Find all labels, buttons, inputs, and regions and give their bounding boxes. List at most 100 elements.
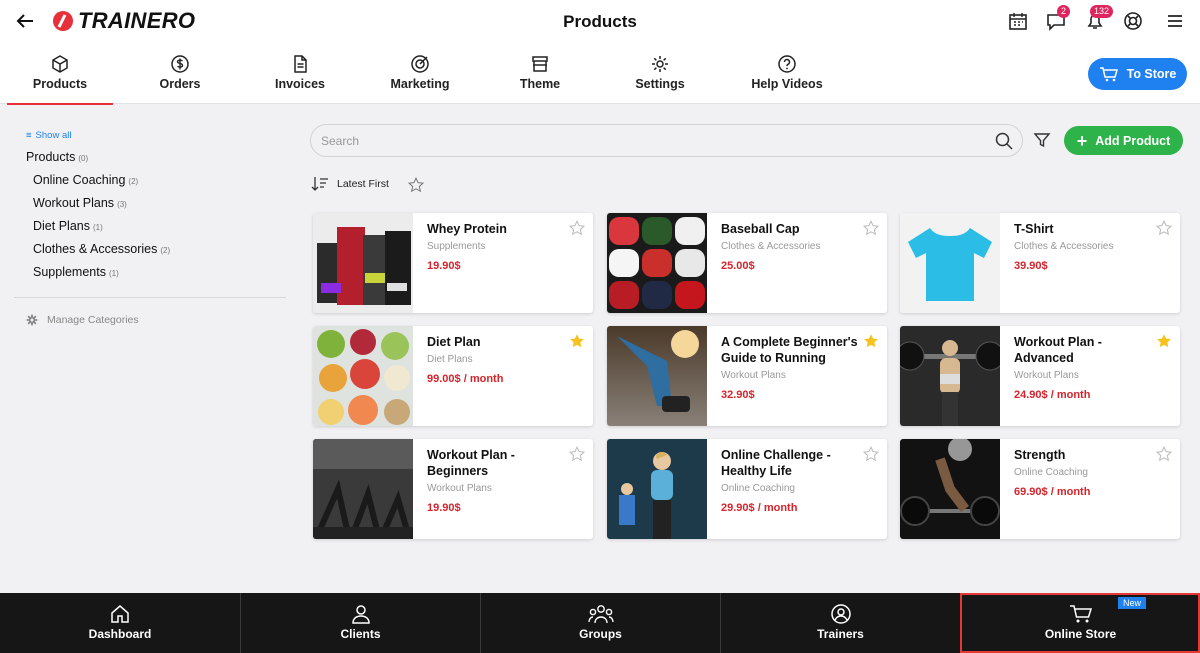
- to-store-label: To Store: [1126, 67, 1177, 81]
- product-image-t-shirt: [900, 213, 1000, 313]
- tab-settings[interactable]: Settings: [607, 44, 713, 104]
- tab-label: Products: [32, 77, 88, 91]
- product-name: A Complete Beginner's Guide to Running: [721, 335, 858, 365]
- person-icon: [351, 605, 370, 624]
- category-products[interactable]: Products (0): [26, 150, 286, 164]
- tab-theme[interactable]: Theme: [487, 44, 593, 104]
- product-card-strength[interactable]: Strength Online Coaching 69.90$ / month: [900, 439, 1180, 539]
- menu-icon[interactable]: [1164, 10, 1186, 32]
- product-image-diet-plan: [313, 326, 413, 426]
- star-filled-icon[interactable]: [1156, 333, 1172, 349]
- add-product-label: Add Product: [1095, 133, 1171, 148]
- product-price: 25.00$: [721, 260, 755, 272]
- product-card-running-guide[interactable]: A Complete Beginner's Guide to Running W…: [607, 326, 887, 426]
- category-count: (0): [78, 154, 89, 163]
- category-count: (1): [92, 223, 103, 232]
- home-icon: [111, 605, 129, 623]
- product-name: Strength: [1014, 448, 1066, 462]
- category-label: Supplements: [33, 265, 106, 279]
- product-card-online-challenge[interactable]: Online Challenge - Healthy Life Online C…: [607, 439, 887, 539]
- product-card-baseball-cap[interactable]: Baseball Cap Clothes & Accessories 25.00…: [607, 213, 887, 313]
- to-store-button[interactable]: To Store: [1088, 58, 1187, 90]
- nav-dashboard[interactable]: Dashboard: [0, 593, 240, 653]
- category-clothes-accessories[interactable]: Clothes & Accessories (2): [33, 242, 286, 256]
- product-price: 19.90$: [427, 260, 461, 272]
- show-all-label: Show all: [35, 130, 72, 141]
- category-sidebar: ≡ Show all Products (0) Online Coaching (2…: [14, 130, 286, 326]
- category-count: (2): [160, 246, 171, 255]
- tab-label: Invoices: [274, 77, 326, 91]
- nav-clients[interactable]: Clients: [240, 593, 480, 653]
- product-price: 69.90$ / month: [1014, 486, 1091, 498]
- product-image-whey-protein: [313, 213, 413, 313]
- search-placeholder: Search: [321, 134, 360, 148]
- product-card-t-shirt[interactable]: T-Shirt Clothes & Accessories 39.90$: [900, 213, 1180, 313]
- sort-label: Latest First: [337, 178, 389, 190]
- star-outline-icon[interactable]: [863, 220, 879, 236]
- star-outline-icon[interactable]: [1156, 446, 1172, 462]
- tab-products[interactable]: Products: [7, 44, 113, 105]
- star-outline-icon[interactable]: [1156, 220, 1172, 236]
- calendar-icon[interactable]: [1007, 10, 1029, 32]
- support-icon[interactable]: [1122, 10, 1144, 32]
- product-category: Supplements: [427, 241, 486, 252]
- category-diet-plans[interactable]: Diet Plans (1): [33, 219, 286, 233]
- category-count: (3): [117, 200, 127, 209]
- category-online-coaching[interactable]: Online Coaching (2): [33, 173, 286, 187]
- sort-dropdown[interactable]: Latest First: [311, 176, 389, 192]
- category-workout-plans[interactable]: Workout Plans (3): [33, 196, 286, 210]
- product-card-workout-advanced[interactable]: Workout Plan - Advanced Workout Plans 24…: [900, 326, 1180, 426]
- category-supplements[interactable]: Supplements (1): [33, 265, 286, 279]
- star-filled-icon[interactable]: [569, 333, 585, 349]
- product-name: Baseball Cap: [721, 222, 800, 236]
- tab-help-videos[interactable]: Help Videos: [727, 44, 847, 104]
- tab-label: Theme: [519, 77, 561, 91]
- star-filled-icon[interactable]: [863, 333, 879, 349]
- search-icon[interactable]: [995, 132, 1013, 150]
- filter-icon[interactable]: [1033, 131, 1051, 149]
- storefront-icon: [532, 56, 548, 72]
- star-outline-icon[interactable]: [569, 446, 585, 462]
- product-name: Workout Plan - Beginners: [427, 448, 515, 478]
- cart-icon: [1099, 67, 1118, 82]
- product-price: 32.90$: [721, 389, 755, 401]
- manage-categories-button[interactable]: Manage Categories: [26, 314, 286, 326]
- messages-badge: 2: [1057, 5, 1071, 18]
- box-icon: [52, 55, 68, 73]
- nav-trainers[interactable]: Trainers: [720, 593, 960, 653]
- show-all-link[interactable]: ≡ Show all: [26, 130, 286, 141]
- product-card-diet-plan[interactable]: Diet Plan Diet Plans 99.00$ / month: [313, 326, 593, 426]
- product-category: Online Coaching: [721, 483, 795, 494]
- add-product-button[interactable]: + Add Product: [1064, 126, 1183, 155]
- product-price: 99.00$ / month: [427, 373, 504, 385]
- tab-label: Orders: [159, 77, 201, 91]
- product-price: 19.90$: [427, 502, 461, 514]
- product-image-workout-beginners: [313, 439, 413, 539]
- star-outline-icon[interactable]: [863, 446, 879, 462]
- product-image-strength: [900, 439, 1000, 539]
- product-card-whey-protein[interactable]: Whey Protein Supplements 19.90$: [313, 213, 593, 313]
- category-count: (1): [108, 269, 119, 278]
- notifications-badge: 132: [1090, 5, 1114, 18]
- sort-icon: [311, 177, 328, 191]
- search-input[interactable]: Search: [310, 124, 1023, 157]
- product-category: Clothes & Accessories: [721, 241, 821, 252]
- tab-invoices[interactable]: Invoices: [247, 44, 353, 104]
- plus-icon: +: [1076, 130, 1088, 151]
- group-icon: [587, 605, 614, 624]
- category-label: Workout Plans: [33, 196, 115, 210]
- star-outline-icon[interactable]: [569, 220, 585, 236]
- category-count: (2): [128, 177, 139, 186]
- tab-orders[interactable]: Orders: [127, 44, 233, 104]
- product-name: Online Challenge - Healthy Life: [721, 448, 831, 478]
- nav-online-store[interactable]: Online Store: [960, 593, 1200, 653]
- product-name: T-Shirt: [1014, 222, 1054, 236]
- category-label: Diet Plans: [33, 219, 90, 233]
- tab-marketing[interactable]: Marketing: [367, 44, 473, 104]
- product-category: Clothes & Accessories: [1014, 241, 1114, 252]
- favorites-filter-star-icon[interactable]: [408, 177, 424, 193]
- nav-groups[interactable]: Groups: [480, 593, 720, 653]
- sidebar-divider: [14, 297, 286, 298]
- product-card-workout-beginners[interactable]: Workout Plan - Beginners Workout Plans 1…: [313, 439, 593, 539]
- product-image-workout-advanced: [900, 326, 1000, 426]
